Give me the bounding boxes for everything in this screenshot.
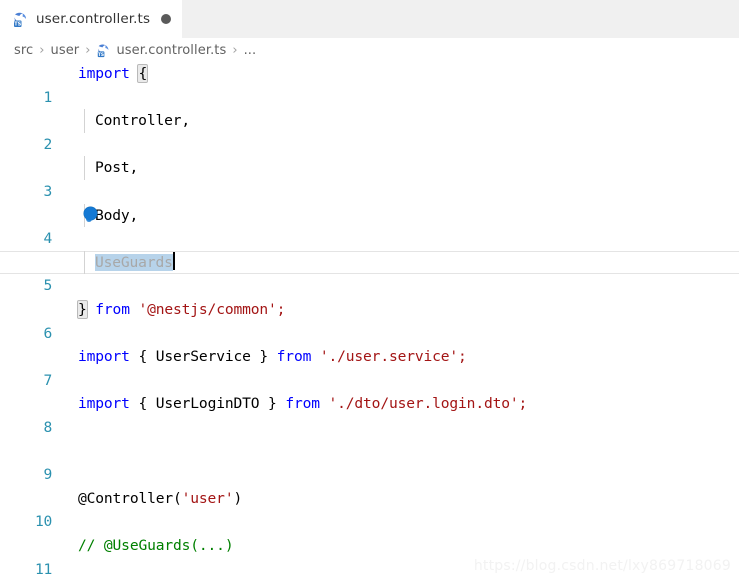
line-number: 10 xyxy=(35,513,52,531)
editor-tab-strip: TS user.controller.ts xyxy=(0,0,739,38)
token-identifier: Controller, xyxy=(95,112,190,130)
token-string: 'user' xyxy=(181,489,234,507)
indent-guide xyxy=(84,250,85,275)
indent-guide xyxy=(84,109,85,133)
token-string: './dto/user.login.dto'; xyxy=(328,395,528,413)
chevron-right-icon: › xyxy=(39,42,45,58)
token-string: '@nestjs/common'; xyxy=(138,300,286,318)
line-number: 11 xyxy=(35,560,52,578)
mouse-pointer-marker xyxy=(84,206,97,222)
tab-user-controller-ts[interactable]: TS user.controller.ts xyxy=(0,0,183,38)
token-bracket-match: { xyxy=(137,64,149,83)
code-text: Post, xyxy=(95,156,138,180)
line-number: 6 xyxy=(43,324,53,342)
line-number: 3 xyxy=(43,182,53,200)
unsaved-dot-icon[interactable] xyxy=(161,14,172,24)
code-editor[interactable]: 1 import { 2 Controller, 3 Post, 4 Body,… xyxy=(0,62,739,582)
token-keyword: import xyxy=(78,348,130,366)
tab-label: user.controller.ts xyxy=(36,11,151,27)
code-line[interactable]: 11 // @UseGuards(...) xyxy=(0,534,739,578)
token-string: './user.service'; xyxy=(319,348,467,366)
breadcrumb-item-file[interactable]: TS user.controller.ts xyxy=(96,43,226,58)
breadcrumb-item-overflow[interactable]: ... xyxy=(244,43,257,58)
token-paren: ) xyxy=(233,489,243,507)
token-brace: { xyxy=(138,395,156,413)
token-identifier: Body, xyxy=(95,206,139,224)
code-line[interactable]: 2 Controller, xyxy=(0,109,739,153)
svg-text:TS: TS xyxy=(14,21,21,27)
line-number: 5 xyxy=(43,277,53,295)
code-text: UseGuards xyxy=(95,251,175,275)
code-text: import { UserLoginDTO } from './dto/user… xyxy=(78,392,527,416)
code-line[interactable]: 8 import { UserLoginDTO } from './dto/us… xyxy=(0,392,739,436)
code-text: Body, xyxy=(95,204,138,228)
chevron-right-icon: › xyxy=(85,42,91,58)
token-keyword-from: from xyxy=(276,348,312,366)
token-decorator: @Controller( xyxy=(78,489,182,507)
code-text: @Controller('user') xyxy=(78,487,242,511)
token-keyword: import xyxy=(78,65,130,82)
chevron-right-icon: › xyxy=(232,42,238,58)
token-comment: // @UseGuards(...) xyxy=(78,536,234,554)
token-keyword-from: from xyxy=(285,395,320,413)
watermark: https://blog.csdn.net/lxy869718069 xyxy=(473,558,731,574)
token-brace: } xyxy=(250,348,269,366)
code-text: Controller, xyxy=(95,109,190,133)
code-text: } from '@nestjs/common'; xyxy=(77,298,286,322)
token-keyword-from: from xyxy=(95,300,130,318)
line-number: 1 xyxy=(43,88,53,106)
token-keyword: import xyxy=(78,395,130,413)
token-identifier: UserService xyxy=(155,348,251,366)
breadcrumb-item-user[interactable]: user xyxy=(50,43,79,58)
code-text: import { xyxy=(78,62,149,86)
line-number: 4 xyxy=(43,230,53,248)
selected-token-useguards[interactable]: UseGuards xyxy=(95,253,173,271)
code-line[interactable]: 9 xyxy=(0,440,739,483)
indent-guide xyxy=(84,156,85,180)
breadcrumb-item-src[interactable]: src xyxy=(14,43,33,58)
code-line-current[interactable]: 5 UseGuards xyxy=(0,250,739,294)
breadcrumb: src › user › TS user.controller.ts › ... xyxy=(0,38,739,62)
line-number: 9 xyxy=(43,466,53,484)
token-bracket-match: } xyxy=(77,299,88,319)
text-caret xyxy=(172,251,175,270)
line-number: 8 xyxy=(43,418,53,436)
code-text: import { UserService } from './user.serv… xyxy=(78,345,467,369)
code-line[interactable]: 7 import { UserService } from './user.se… xyxy=(0,345,739,389)
code-line[interactable]: 6 } from '@nestjs/common'; xyxy=(0,298,739,342)
nestjs-ts-file-icon: TS xyxy=(12,11,29,28)
token-identifier: UserLoginDTO xyxy=(155,395,260,413)
line-number: 7 xyxy=(43,371,53,389)
code-line[interactable]: 1 import { xyxy=(0,62,739,106)
code-line[interactable]: 10 @Controller('user') xyxy=(0,487,739,531)
code-text: // @UseGuards(...) xyxy=(78,534,234,558)
code-line[interactable]: 3 Post, xyxy=(0,156,739,200)
breadcrumb-file-label: user.controller.ts xyxy=(116,42,227,58)
code-line[interactable]: 4 Body, xyxy=(0,203,739,247)
token-brace: } xyxy=(259,395,277,413)
token-brace: { xyxy=(138,348,156,366)
svg-text:TS: TS xyxy=(98,51,104,57)
token-identifier: Post, xyxy=(95,159,139,177)
line-number: 2 xyxy=(43,135,53,153)
nestjs-ts-file-icon: TS xyxy=(96,43,111,58)
